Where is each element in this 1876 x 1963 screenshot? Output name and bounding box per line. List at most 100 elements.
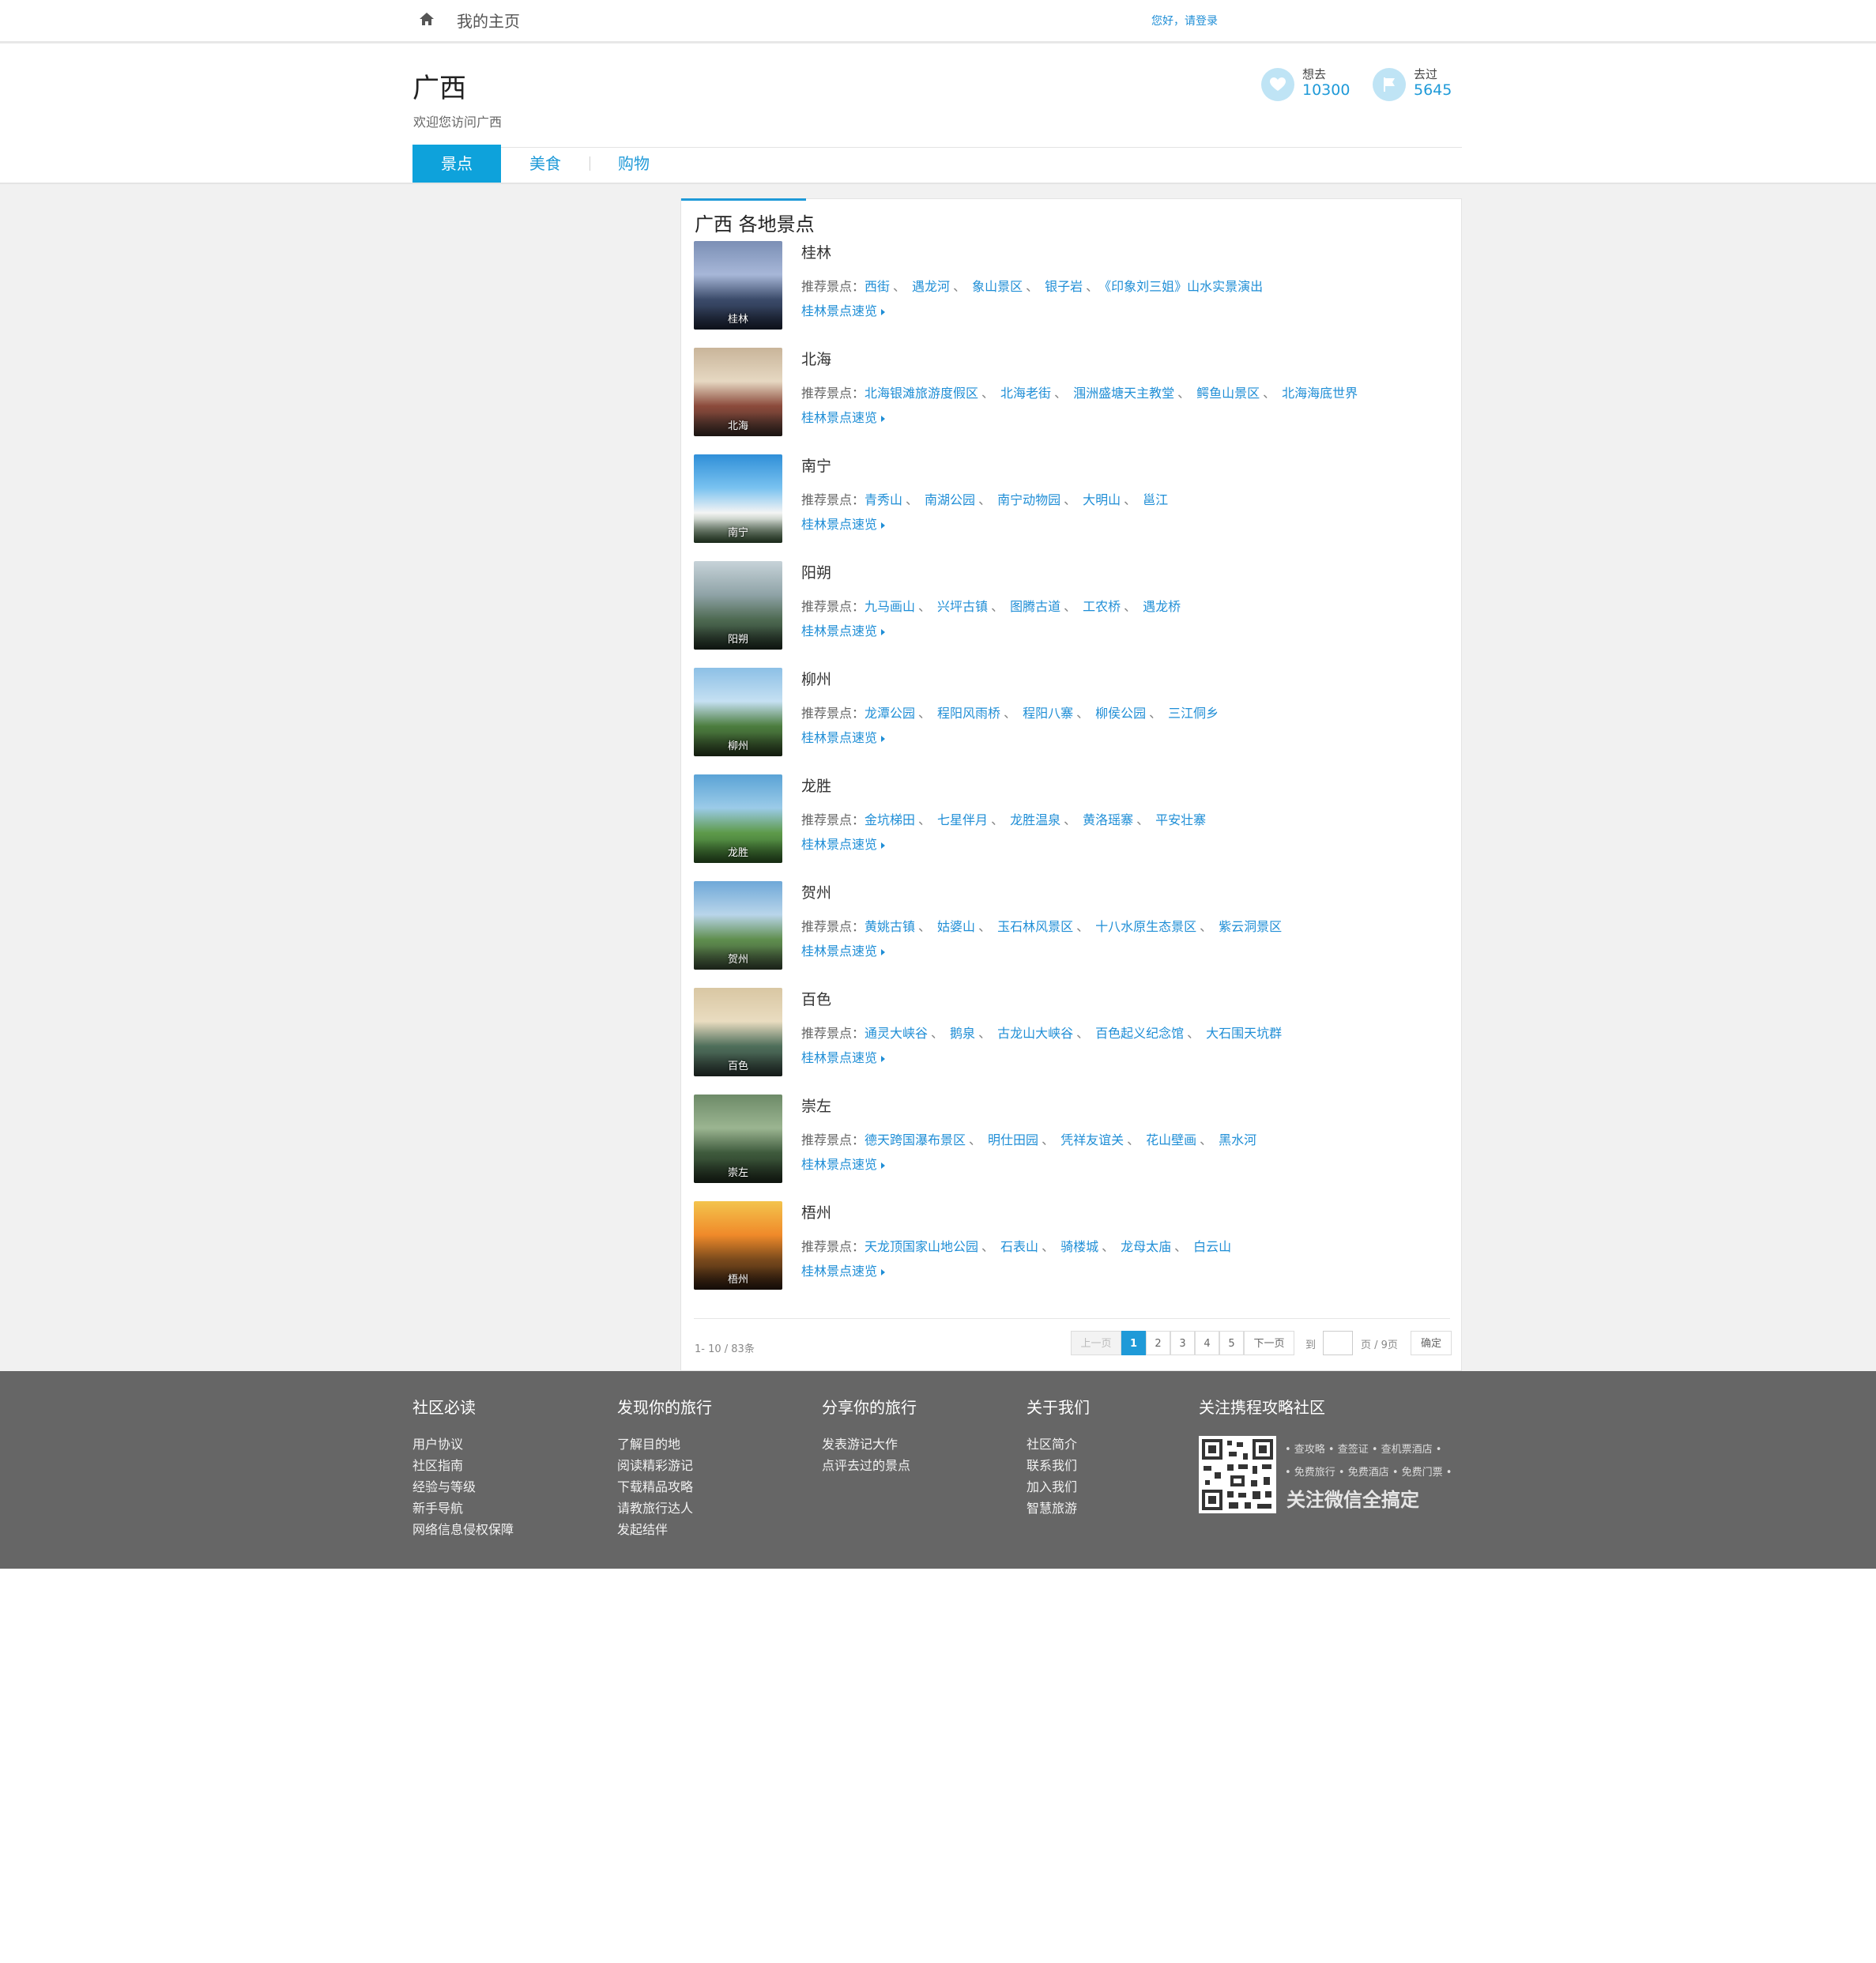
quick-view-link[interactable]: 桂林景点速览 [801, 834, 886, 853]
quick-view-link[interactable]: 桂林景点速览 [801, 1047, 886, 1066]
quick-view-link[interactable]: 桂林景点速览 [801, 300, 886, 319]
spot-link[interactable]: 南湖公园 [925, 492, 975, 507]
footer-link[interactable]: 社区简介 [1027, 1434, 1090, 1455]
page-number-input[interactable] [1323, 1331, 1353, 1355]
city-thumbnail[interactable]: 梧州 [694, 1201, 782, 1290]
spot-link[interactable]: 三江侗乡 [1168, 706, 1219, 721]
footer-link[interactable]: 网络信息侵权保障 [412, 1519, 514, 1540]
spot-link[interactable]: 凭祥友谊关 [1060, 1132, 1124, 1147]
spot-link[interactable]: 遇龙河 [912, 279, 950, 294]
tab-attractions[interactable]: 景点 [412, 145, 501, 183]
home-icon[interactable] [419, 11, 435, 27]
city-thumbnail[interactable]: 百色 [694, 988, 782, 1076]
spot-link[interactable]: 工农桥 [1083, 599, 1121, 614]
spot-link[interactable]: 十八水原生态景区 [1095, 919, 1196, 934]
footer-link[interactable]: 发起结伴 [617, 1519, 712, 1540]
city-name-link[interactable]: 崇左 [801, 1095, 831, 1116]
page-3-button[interactable]: 3 [1170, 1331, 1195, 1355]
city-name-link[interactable]: 桂林 [801, 241, 831, 262]
spot-link[interactable]: 平安壮寨 [1155, 812, 1206, 827]
spot-link[interactable]: 大石围天坑群 [1206, 1026, 1282, 1041]
spot-link[interactable]: 明仕田园 [988, 1132, 1038, 1147]
spot-link[interactable]: 龙胜温泉 [1010, 812, 1060, 827]
city-thumbnail[interactable]: 崇左 [694, 1095, 782, 1183]
quick-view-link[interactable]: 桂林景点速览 [801, 514, 886, 533]
city-name-link[interactable]: 柳州 [801, 668, 831, 689]
spot-link[interactable]: 西街 [865, 279, 890, 294]
quick-view-link[interactable]: 桂林景点速览 [801, 940, 886, 959]
spot-link[interactable]: 大明山 [1083, 492, 1121, 507]
quick-view-link[interactable]: 桂林景点速览 [801, 727, 886, 746]
spot-link[interactable]: 白云山 [1193, 1239, 1231, 1254]
city-name-link[interactable]: 北海 [801, 348, 831, 369]
spot-link[interactable]: 柳侯公园 [1095, 706, 1146, 721]
city-name-link[interactable]: 百色 [801, 988, 831, 1009]
spot-link[interactable]: 南宁动物园 [997, 492, 1060, 507]
city-thumbnail[interactable]: 贺州 [694, 881, 782, 970]
my-home-link[interactable]: 我的主页 [457, 9, 520, 32]
spot-link[interactable]: 九马画山 [865, 599, 915, 614]
spot-link[interactable]: 七星伴月 [937, 812, 988, 827]
spot-link[interactable]: 黑水河 [1219, 1132, 1256, 1147]
spot-link[interactable]: 龙潭公园 [865, 706, 915, 721]
spot-link[interactable]: 涠洲盛塘天主教堂 [1073, 386, 1174, 401]
city-thumbnail[interactable]: 龙胜 [694, 774, 782, 863]
footer-link[interactable]: 了解目的地 [617, 1434, 712, 1455]
page-5-button[interactable]: 5 [1219, 1331, 1244, 1355]
footer-link[interactable]: 智慧旅游 [1027, 1498, 1090, 1519]
spot-link[interactable]: 百色起义纪念馆 [1095, 1026, 1184, 1041]
footer-link[interactable]: 请教旅行达人 [617, 1498, 712, 1519]
confirm-page-button[interactable]: 确定 [1411, 1331, 1452, 1355]
spot-link[interactable]: 北海海底世界 [1282, 386, 1358, 401]
city-thumbnail[interactable]: 北海 [694, 348, 782, 436]
next-page-button[interactable]: 下一页 [1244, 1331, 1294, 1355]
spot-link[interactable]: 古龙山大峡谷 [997, 1026, 1073, 1041]
spot-link[interactable]: 北海老街 [1000, 386, 1051, 401]
footer-link[interactable]: 新手导航 [412, 1498, 514, 1519]
footer-link[interactable]: 下载精品攻略 [617, 1476, 712, 1498]
quick-view-link[interactable]: 桂林景点速览 [801, 1260, 886, 1279]
spot-link[interactable]: 花山壁画 [1146, 1132, 1196, 1147]
spot-link[interactable]: 程阳八寨 [1023, 706, 1073, 721]
footer-link[interactable]: 经验与等级 [412, 1476, 514, 1498]
page-4-button[interactable]: 4 [1195, 1331, 1219, 1355]
quick-view-link[interactable]: 桂林景点速览 [801, 1154, 886, 1173]
city-name-link[interactable]: 南宁 [801, 454, 831, 476]
tab-shopping[interactable]: 购物 [602, 145, 665, 183]
spot-link[interactable]: 程阳风雨桥 [937, 706, 1000, 721]
tab-food[interactable]: 美食 [514, 145, 577, 183]
city-thumbnail[interactable]: 南宁 [694, 454, 782, 543]
spot-link[interactable]: 德天跨国瀑布景区 [865, 1132, 966, 1147]
spot-link[interactable]: 北海银滩旅游度假区 [865, 386, 978, 401]
spot-link[interactable]: 黄姚古镇 [865, 919, 915, 934]
spot-link[interactable]: 兴坪古镇 [937, 599, 988, 614]
footer-link[interactable]: 发表游记大作 [822, 1434, 917, 1455]
page-1-button[interactable]: 1 [1121, 1331, 1146, 1355]
prev-page-button[interactable]: 上一页 [1071, 1331, 1121, 1355]
spot-link[interactable]: 黄洛瑶寨 [1083, 812, 1133, 827]
spot-link[interactable]: 鳄鱼山景区 [1196, 386, 1260, 401]
spot-link[interactable]: 遇龙桥 [1143, 599, 1181, 614]
city-name-link[interactable]: 贺州 [801, 881, 831, 902]
spot-link[interactable]: 青秀山 [865, 492, 902, 507]
footer-link[interactable]: 阅读精彩游记 [617, 1455, 712, 1476]
spot-link[interactable]: 图腾古道 [1010, 599, 1060, 614]
spot-link[interactable]: 象山景区 [972, 279, 1023, 294]
spot-link[interactable]: 《印象刘三姐》山水实景演出 [1105, 279, 1263, 294]
footer-link[interactable]: 点评去过的景点 [822, 1455, 917, 1476]
spot-link[interactable]: 骑楼城 [1060, 1239, 1098, 1254]
city-thumbnail[interactable]: 柳州 [694, 668, 782, 756]
city-thumbnail[interactable]: 阳朔 [694, 561, 782, 650]
spot-link[interactable]: 龙母太庙 [1121, 1239, 1171, 1254]
spot-link[interactable]: 石表山 [1000, 1239, 1038, 1254]
spot-link[interactable]: 鹅泉 [950, 1026, 975, 1041]
spot-link[interactable]: 银子岩 [1045, 279, 1083, 294]
spot-link[interactable]: 姑婆山 [937, 919, 975, 934]
footer-link[interactable]: 社区指南 [412, 1455, 514, 1476]
page-2-button[interactable]: 2 [1146, 1331, 1170, 1355]
footer-link[interactable]: 用户协议 [412, 1434, 514, 1455]
spot-link[interactable]: 通灵大峡谷 [865, 1026, 928, 1041]
login-link[interactable]: 您好，请登录 [1151, 13, 1218, 28]
spot-link[interactable]: 邕江 [1143, 492, 1168, 507]
quick-view-link[interactable]: 桂林景点速览 [801, 620, 886, 639]
